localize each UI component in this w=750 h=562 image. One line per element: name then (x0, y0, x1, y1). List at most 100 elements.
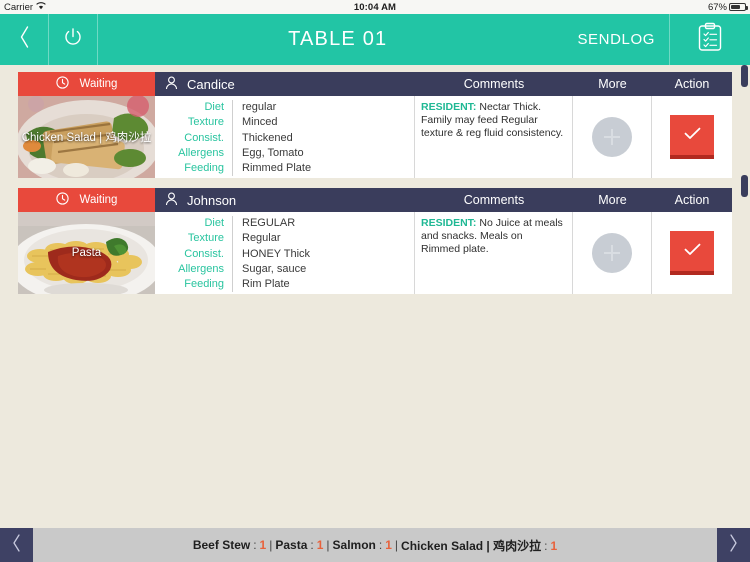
tally-separator: | (326, 538, 330, 552)
order-header-columns: Johnson Comments More Action (155, 188, 732, 212)
column-header-more: More (598, 77, 627, 91)
dish-thumbnail[interactable]: Pasta (18, 212, 155, 294)
chevron-right-icon (729, 533, 738, 557)
back-button[interactable] (0, 14, 49, 65)
order-list: Waiting Candice Comments More Action Chi… (0, 65, 750, 525)
dish-name: Chicken Salad | 鸡肉沙拉 (21, 132, 152, 144)
label-texture: Texture (187, 116, 224, 129)
tally-count: 1 (316, 538, 324, 552)
clipboard-button[interactable] (670, 14, 750, 65)
guest-name: Candice (187, 76, 235, 92)
tally-item: Salmon:1 (332, 538, 392, 552)
confirm-order-button[interactable] (670, 115, 714, 159)
order-header: Waiting Candice Comments More Action (18, 72, 732, 96)
ios-status-bar: Carrier 10:04 AM 67% (0, 0, 750, 14)
value-consist: Thickened (242, 131, 293, 144)
comment-author: RESIDENT: (421, 217, 477, 229)
next-table-button[interactable] (717, 528, 750, 562)
order-card[interactable]: Waiting Candice Comments More Action Chi… (18, 72, 732, 178)
footer-bar: Beef Stew:1 | Pasta:1 | Salmon:1 | Chick… (0, 528, 750, 562)
comments-cell: RESIDENT: No Juice at meals and snacks. … (415, 212, 573, 294)
label-allergens: Allergens (178, 262, 224, 275)
status-badge: Waiting (18, 72, 155, 96)
status-bar-right: 67% (707, 1, 748, 13)
label-diet: Diet (204, 101, 224, 113)
value-consist: HONEY Thick (242, 247, 311, 260)
plus-circle-icon[interactable] (592, 117, 632, 157)
app-header: TABLE 01 SENDLOG (0, 14, 750, 65)
action-cell (652, 96, 732, 178)
status-badge: Waiting (18, 188, 155, 212)
value-diet: REGULAR (242, 217, 296, 229)
diet-details: Diet Texture Consist. Allergens Feeding … (155, 212, 415, 294)
power-button[interactable] (49, 14, 98, 65)
tally-name: Pasta (275, 538, 308, 552)
comment-author: RESIDENT: (421, 101, 477, 113)
clipboard-checklist-icon (697, 22, 723, 57)
prev-table-button[interactable] (0, 528, 33, 562)
guest-header: Johnson (155, 188, 415, 212)
chevron-left-icon (12, 533, 21, 557)
column-header-action: Action (674, 77, 710, 91)
tally-name: Beef Stew (192, 538, 251, 552)
column-header-comments: Comments (463, 193, 525, 207)
person-icon (165, 192, 178, 209)
scrollbar-thumb[interactable] (741, 65, 748, 87)
order-body: Pasta Diet Texture Consist. Allergens Fe… (18, 212, 732, 294)
diet-details: Diet Texture Consist. Allergens Feeding … (155, 96, 415, 178)
status-bar-time: 10:04 AM (353, 1, 397, 13)
page-title: TABLE 01 (288, 28, 388, 50)
label-diet: Diet (204, 217, 224, 229)
app-root: Carrier 10:04 AM 67% TABLE 01 SENDLOG Wa… (0, 0, 750, 562)
dish-thumbnail[interactable]: Chicken Salad | 鸡肉沙拉 (18, 96, 155, 178)
sendlog-button[interactable]: SENDLOG (577, 14, 670, 65)
battery-percent-label: 67% (707, 1, 727, 13)
diet-labels: Diet Texture Consist. Allergens Feeding (155, 100, 233, 177)
order-header: Waiting Johnson Comments More Action (18, 188, 732, 212)
value-feeding: Rim Plate (242, 278, 290, 291)
clock-icon (55, 76, 69, 92)
power-icon (63, 27, 83, 52)
guest-header: Candice (155, 72, 415, 96)
scrollbar-thumb[interactable] (741, 175, 748, 197)
tally-count: 1 (385, 538, 392, 552)
column-header-comments: Comments (463, 77, 525, 91)
label-allergens: Allergens (178, 146, 224, 159)
value-texture: Regular (242, 232, 281, 245)
value-feeding: Rimmed Plate (242, 162, 312, 175)
tally-separator: | (269, 538, 273, 552)
column-header-more: More (598, 193, 627, 207)
tally-name: Chicken Salad | 鸡肉沙拉 (401, 538, 542, 553)
plus-circle-icon[interactable] (592, 233, 632, 273)
value-diet: regular (242, 101, 277, 113)
list-scrollbar[interactable] (741, 65, 748, 295)
tally-item: Pasta:1 (275, 538, 324, 552)
label-texture: Texture (187, 232, 224, 245)
confirm-order-button[interactable] (670, 231, 714, 275)
status-badge-label: Waiting (79, 78, 118, 90)
value-allergens: Sugar, sauce (242, 262, 307, 275)
tally-count: 1 (550, 538, 558, 553)
person-icon (165, 76, 178, 93)
diet-values: regular Minced Thickened Egg, Tomato Rim… (233, 100, 311, 176)
tally-item: Beef Stew:1 (192, 538, 267, 552)
tally-count: 1 (259, 538, 267, 552)
battery-icon (729, 3, 748, 11)
tally-name: Salmon (332, 538, 376, 552)
clock-icon (55, 192, 69, 208)
label-feeding: Feeding (184, 278, 224, 291)
check-icon (684, 243, 701, 259)
label-feeding: Feeding (184, 162, 224, 175)
more-cell[interactable] (573, 212, 652, 294)
diet-labels: Diet Texture Consist. Allergens Feeding (155, 216, 233, 293)
diet-values: REGULAR Regular HONEY Thick Sugar, sauce… (233, 216, 310, 292)
column-header-action: Action (674, 193, 710, 207)
order-body: Chicken Salad | 鸡肉沙拉 Diet Texture Consis… (18, 96, 732, 178)
chevron-left-icon (19, 26, 30, 53)
more-cell[interactable] (573, 96, 652, 178)
comments-cell: RESIDENT: Nectar Thick. Family may feed … (415, 96, 573, 178)
tally-separator: | (394, 538, 399, 552)
value-texture: Minced (242, 116, 278, 129)
order-card[interactable]: Waiting Johnson Comments More Action Pas… (18, 188, 732, 294)
guest-name: Johnson (187, 192, 237, 208)
